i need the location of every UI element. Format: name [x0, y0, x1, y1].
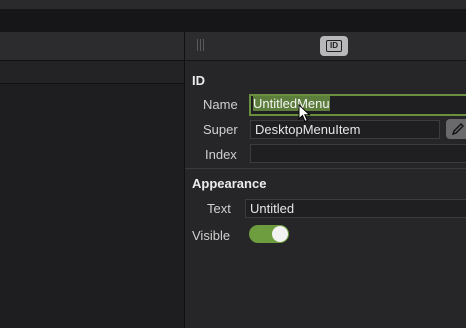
section-divider: [185, 168, 466, 169]
toggle-knob: [272, 226, 288, 242]
left-pane-toolbar: [0, 32, 184, 61]
index-field[interactable]: [250, 144, 466, 163]
name-field[interactable]: UntitledMenu: [249, 94, 466, 116]
inspector-id-icon: ID: [326, 40, 342, 52]
super-field[interactable]: DesktopMenuItem: [250, 120, 440, 139]
text-field[interactable]: Untitled: [245, 199, 466, 218]
text-label: Text: [207, 201, 231, 216]
pencil-icon: [451, 123, 464, 136]
window-toolbar: [0, 9, 466, 32]
inspector-toolbar: ID: [185, 32, 466, 61]
mouse-cursor-icon: [298, 104, 311, 123]
inspector-panel: ID ID Name UntitledMenu Super DesktopMen…: [184, 32, 466, 328]
visible-label: Visible: [192, 228, 231, 243]
name-value: UntitledMenu: [253, 96, 330, 111]
appearance-section-title: Appearance: [192, 176, 267, 191]
inspector-id-button[interactable]: ID: [320, 36, 348, 56]
edit-super-button[interactable]: [446, 119, 466, 139]
index-label: Index: [205, 147, 237, 162]
left-pane-header: [0, 61, 184, 84]
window-top-strip: [0, 0, 466, 9]
visible-toggle[interactable]: [249, 225, 289, 243]
super-label: Super: [203, 122, 238, 137]
left-pane: [0, 84, 184, 328]
name-label: Name: [203, 97, 238, 112]
id-section-title: ID: [192, 73, 205, 88]
grip-icon[interactable]: [197, 39, 205, 51]
